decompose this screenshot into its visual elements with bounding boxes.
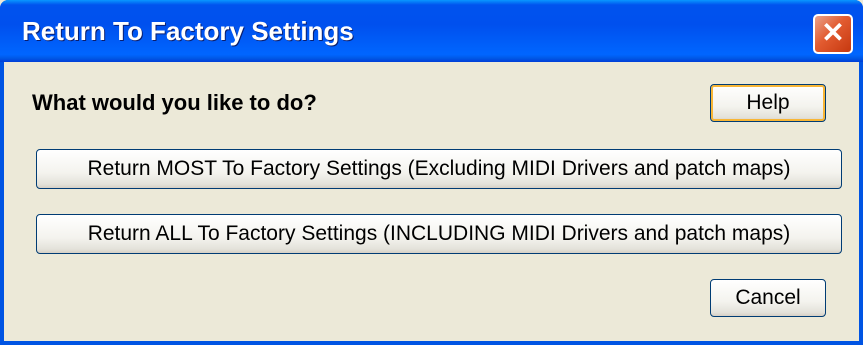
cancel-button[interactable]: Cancel [710, 279, 826, 317]
close-icon: ✕ [821, 17, 845, 48]
prompt-question: What would you like to do? [32, 90, 317, 115]
window-title: Return To Factory Settings [22, 16, 354, 46]
return-most-button[interactable]: Return MOST To Factory Settings (Excludi… [36, 149, 842, 189]
close-button[interactable]: ✕ [813, 14, 853, 54]
dialog-body: What would you like to do? Help Return M… [4, 62, 859, 341]
dialog-window: Return To Factory Settings ✕ What would … [0, 0, 863, 345]
help-button[interactable]: Help [710, 84, 826, 122]
return-all-button[interactable]: Return ALL To Factory Settings (INCLUDIN… [36, 214, 842, 254]
title-bar[interactable]: Return To Factory Settings ✕ [0, 0, 863, 62]
